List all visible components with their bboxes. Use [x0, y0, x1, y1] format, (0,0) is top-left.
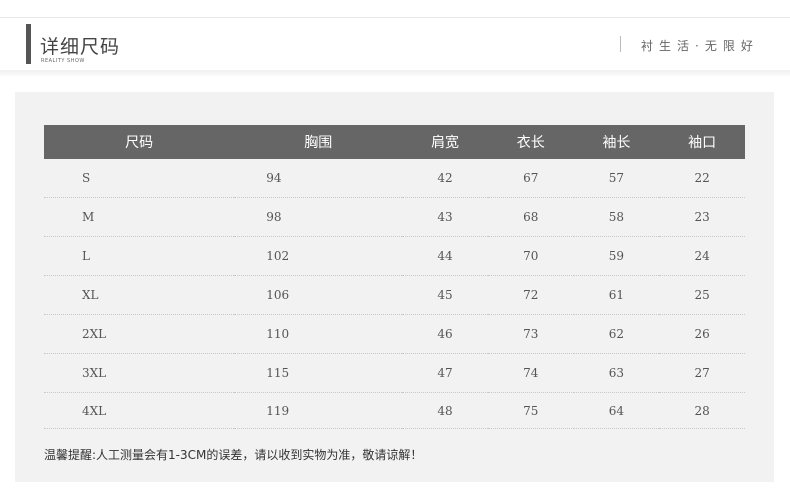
cell-sleeve: 62	[573, 314, 660, 354]
table-row: 3XL 115 47 74 63 27	[44, 353, 745, 393]
cell-shoulder: 43	[402, 197, 488, 237]
cell-size: L	[44, 236, 235, 276]
table-row: S 94 42 67 57 22	[44, 159, 745, 198]
column-header-shoulder: 肩宽	[402, 125, 488, 159]
table-header-row: 尺码 胸围 肩宽 衣长 袖长 袖口	[44, 125, 745, 159]
cell-chest: 102	[234, 236, 403, 276]
cell-sleeve: 61	[573, 275, 660, 315]
table-row: 4XL 119 48 75 64 28	[44, 392, 745, 429]
cell-chest: 94	[234, 159, 403, 198]
header-accent-bar	[26, 24, 31, 64]
table-row: 2XL 110 46 73 62 26	[44, 314, 745, 354]
size-chart-panel: 尺码 胸围 肩宽 衣长 袖长 袖口 S 94 42 67 57 22 M 98 …	[15, 92, 774, 482]
cell-cuff: 26	[659, 314, 745, 354]
cell-size: 2XL	[44, 314, 235, 354]
cell-size: M	[44, 197, 235, 237]
table-row: L 102 44 70 59 24	[44, 236, 745, 276]
cell-length: 73	[487, 314, 574, 354]
cell-size: S	[44, 159, 235, 198]
cell-chest: 115	[234, 353, 403, 393]
cell-chest: 106	[234, 275, 403, 315]
cell-size: 3XL	[44, 353, 235, 393]
cell-length: 68	[487, 197, 574, 237]
section-header: 详细尺码 REALITY SHOW 衬生活·无限好	[0, 18, 790, 70]
cell-sleeve: 64	[573, 392, 660, 429]
cell-length: 67	[487, 159, 574, 198]
column-header-length: 衣长	[487, 125, 574, 159]
cell-cuff: 25	[659, 275, 745, 315]
cell-cuff: 27	[659, 353, 745, 393]
cell-chest: 110	[234, 314, 403, 354]
page-subtitle: REALITY SHOW	[41, 58, 85, 64]
cell-cuff: 24	[659, 236, 745, 276]
cell-length: 74	[487, 353, 574, 393]
brand-slogan: 衬生活·无限好	[641, 39, 759, 53]
size-table: 尺码 胸围 肩宽 衣长 袖长 袖口 S 94 42 67 57 22 M 98 …	[44, 125, 745, 429]
cell-length: 75	[487, 392, 574, 429]
cell-cuff: 28	[659, 392, 745, 429]
cell-sleeve: 57	[573, 159, 660, 198]
cell-shoulder: 45	[402, 275, 488, 315]
table-row: XL 106 45 72 61 25	[44, 275, 745, 315]
cell-shoulder: 48	[402, 392, 488, 429]
column-header-cuff: 袖口	[659, 125, 745, 159]
cell-length: 70	[487, 236, 574, 276]
column-header-size: 尺码	[44, 125, 235, 159]
cell-cuff: 23	[659, 197, 745, 237]
table-row: M 98 43 68 58 23	[44, 197, 745, 237]
cell-sleeve: 58	[573, 197, 660, 237]
cell-length: 72	[487, 275, 574, 315]
slogan-divider	[620, 36, 621, 52]
column-header-chest: 胸围	[234, 125, 403, 159]
cell-size: XL	[44, 275, 235, 315]
cell-chest: 119	[234, 392, 403, 429]
cell-cuff: 22	[659, 159, 745, 198]
cell-size: 4XL	[44, 392, 235, 429]
cell-shoulder: 47	[402, 353, 488, 393]
measurement-note: 温馨提醒:人工测量会有1-3CM的误差，请以收到实物为准，敬请谅解！	[44, 448, 423, 462]
header-shadow	[0, 70, 790, 76]
cell-shoulder: 46	[402, 314, 488, 354]
column-header-sleeve: 袖长	[573, 125, 660, 159]
page-title: 详细尺码	[40, 36, 121, 58]
cell-sleeve: 59	[573, 236, 660, 276]
cell-shoulder: 42	[402, 159, 488, 198]
cell-sleeve: 63	[573, 353, 660, 393]
cell-chest: 98	[234, 197, 403, 237]
cell-shoulder: 44	[402, 236, 488, 276]
